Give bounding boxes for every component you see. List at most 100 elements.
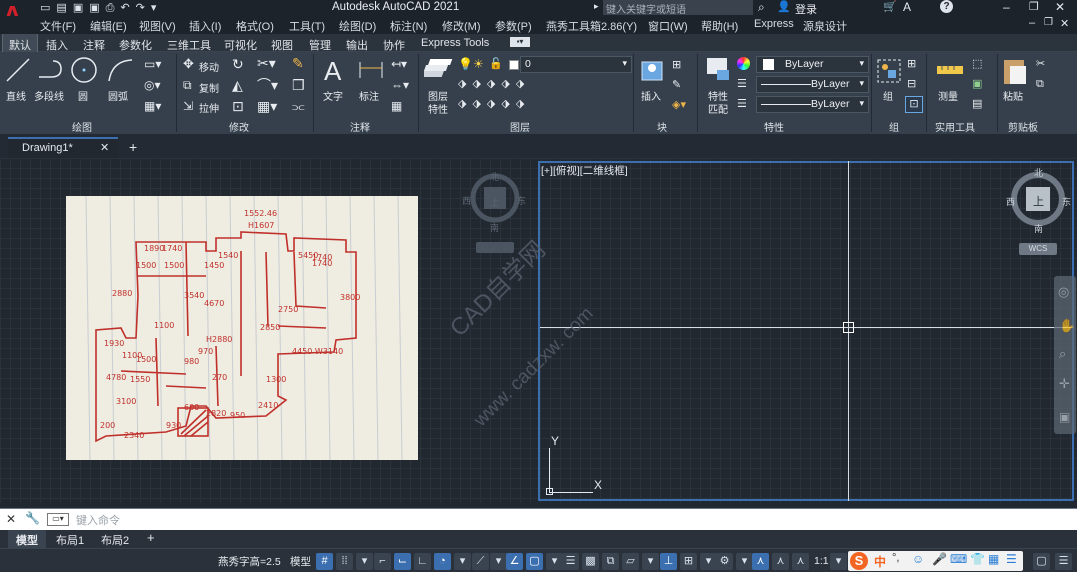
left-west-label[interactable]: 西 — [462, 194, 471, 207]
erase-icon[interactable]: ✎ — [292, 56, 304, 70]
polyline-icon[interactable] — [37, 57, 65, 83]
tab-visualize[interactable]: 可视化 — [224, 37, 257, 53]
iso-dropdown-icon[interactable]: ▾ — [490, 553, 507, 570]
cut-icon[interactable]: ✂ — [1036, 57, 1045, 71]
color-wheel-icon[interactable] — [737, 57, 750, 70]
calculator-icon[interactable]: ▤ — [972, 97, 982, 111]
group-select-icon[interactable]: ⊡ — [905, 96, 923, 113]
dimension-button[interactable]: 标注 — [359, 88, 379, 103]
copy-icon[interactable]: ⧉ — [183, 78, 192, 92]
3d-osnap-dropdown-icon[interactable]: ▾ — [642, 553, 659, 570]
layer-dropdown[interactable]: 0 ▾ — [520, 56, 632, 73]
arc-button[interactable]: 圆弧 — [108, 88, 128, 103]
tab-view[interactable]: 视图 — [271, 37, 293, 53]
menu-tools[interactable]: 工具(T) — [289, 18, 325, 34]
block-attribute-icon[interactable]: ◈▾ — [672, 98, 686, 112]
snap-icon[interactable]: ⁞⁞ — [336, 553, 353, 570]
stretch-icon[interactable]: ⇲ — [183, 99, 193, 113]
add-layout-icon[interactable]: + — [147, 530, 155, 545]
right-wcs-button[interactable]: WCS — [1019, 243, 1057, 255]
trim-icon[interactable]: ✂▾ — [257, 56, 276, 70]
ortho-icon[interactable]: ∟ — [414, 553, 431, 570]
grid-icon[interactable]: # — [316, 553, 333, 570]
right-east-label[interactable]: 东 — [1062, 195, 1071, 208]
right-top-face[interactable]: 上 — [1033, 193, 1044, 209]
text-icon[interactable]: A — [324, 58, 341, 84]
layer-on-icon[interactable]: 💡 — [458, 57, 473, 71]
ime-toolbar[interactable]: S 中 °, ☺ 🎤 ⌨ 👕 ▦ ☰ — [848, 551, 1023, 571]
lineweight-dropdown[interactable]: ByLayer ▾ — [756, 96, 869, 113]
rotate-icon[interactable]: ↻ — [232, 57, 244, 71]
annotation-visibility-icon[interactable]: ⋏ — [752, 553, 769, 570]
close-tab-icon[interactable]: ✕ — [100, 141, 109, 154]
insert-block-icon[interactable] — [638, 56, 668, 86]
scale-dropdown-icon[interactable]: ▾ — [830, 553, 847, 570]
ungroup-icon[interactable]: ⊞ — [907, 57, 916, 71]
color-dropdown[interactable]: ByLayer ▾ — [756, 56, 869, 73]
left-north-label[interactable]: 北 — [490, 170, 499, 183]
menu-draw[interactable]: 绘图(D) — [339, 18, 376, 34]
doc-close-icon[interactable]: ✕ — [1060, 17, 1069, 30]
layers-group-label[interactable]: 图层 — [510, 119, 530, 134]
ime-punct-icon[interactable]: °, — [892, 552, 899, 564]
line-button[interactable]: 直线 — [6, 88, 26, 103]
save-icon[interactable]: ▣ — [73, 2, 89, 14]
block-group-label[interactable]: 块 — [657, 119, 667, 134]
restore-icon[interactable]: ❐ — [1029, 0, 1039, 13]
paste-icon[interactable] — [1002, 56, 1028, 86]
print-icon[interactable]: ⎙ — [106, 2, 121, 14]
clean-screen-icon[interactable]: ▢ — [1033, 553, 1050, 570]
menu-dimension[interactable]: 标注(N) — [390, 18, 427, 34]
line-icon[interactable] — [5, 57, 31, 83]
group-button[interactable]: 组 — [883, 88, 893, 103]
object-snap-tracking-icon[interactable]: ∠ — [506, 553, 523, 570]
snap-dropdown-icon[interactable]: ▾ — [356, 553, 373, 570]
customization-icon[interactable]: ☰ — [1055, 553, 1072, 570]
orbit-icon[interactable]: ✛ — [1059, 376, 1070, 392]
boundary-icon[interactable]: ▦▾ — [144, 99, 161, 113]
showmotion-icon[interactable]: ▣ — [1059, 410, 1070, 424]
selection-cycling-icon[interactable]: ⧉ — [602, 553, 619, 570]
menu-modify[interactable]: 修改(M) — [442, 18, 481, 34]
tab-default[interactable]: 默认 — [2, 34, 38, 52]
tab-layout1[interactable]: 布局1 — [56, 532, 84, 548]
match-properties-label-2[interactable]: 匹配 — [708, 101, 728, 116]
quick-select-icon[interactable]: ▣ — [972, 77, 982, 91]
layer-freeze-icon[interactable]: ☀ — [473, 57, 484, 71]
scale-status[interactable]: 1:1 — [814, 555, 829, 567]
tab-parametric[interactable]: 参数化 — [119, 37, 152, 53]
tab-manage[interactable]: 管理 — [309, 37, 331, 53]
tab-layout2[interactable]: 布局2 — [101, 532, 129, 548]
doc-minimize-icon[interactable]: – — [1029, 17, 1035, 29]
isodraft-icon[interactable]: ⟋ — [472, 553, 489, 570]
open-icon[interactable]: ▤ — [56, 2, 72, 14]
gizmo-dropdown-icon[interactable]: ▾ — [736, 553, 753, 570]
dim-style-icon[interactable]: ⇔▾ — [391, 78, 409, 92]
tab-insert[interactable]: 插入 — [46, 37, 68, 53]
save-as-icon[interactable]: ▣ — [89, 2, 105, 14]
navigation-bar[interactable]: ◎ ✋ ⌕ ✛ ▣ — [1054, 276, 1076, 434]
polyline-button[interactable]: 多段线 — [34, 88, 64, 103]
model-space-status[interactable]: 模型 — [290, 554, 311, 569]
array-icon[interactable]: ▦▾ — [257, 99, 277, 113]
undo-icon[interactable]: ↶ — [120, 2, 135, 14]
ime-voice-icon[interactable]: 🎤 — [932, 552, 947, 566]
rectangle-icon[interactable]: ▭▾ — [144, 57, 161, 71]
viewport-controls-label[interactable]: [+][俯视][二维线框] — [541, 163, 628, 178]
menu-view[interactable]: 视图(V) — [139, 18, 176, 34]
annotation-group-label[interactable]: 注释 — [350, 119, 370, 134]
transparency-icon[interactable]: ▩ — [582, 553, 599, 570]
left-south-label[interactable]: 南 — [490, 221, 499, 234]
dynamic-ucs-icon[interactable]: ⊥ — [660, 553, 677, 570]
circle-icon[interactable] — [70, 56, 98, 84]
table-icon[interactable]: ▦ — [391, 99, 402, 113]
search-icon[interactable]: ⌕ — [758, 0, 765, 15]
tab-3d-tools[interactable]: 三维工具 — [167, 37, 211, 53]
polar-dropdown-icon[interactable]: ▾ — [454, 553, 471, 570]
search-input[interactable]: 键入关键字或短语 — [603, 0, 753, 16]
properties-group-label[interactable]: 特性 — [764, 119, 784, 134]
menu-edit[interactable]: 编辑(E) — [90, 18, 127, 34]
autodesk-a360-icon[interactable]: A — [903, 0, 911, 14]
infer-icon[interactable]: ⌐ — [374, 553, 391, 570]
paste-button[interactable]: 粘贴 — [1003, 88, 1023, 103]
